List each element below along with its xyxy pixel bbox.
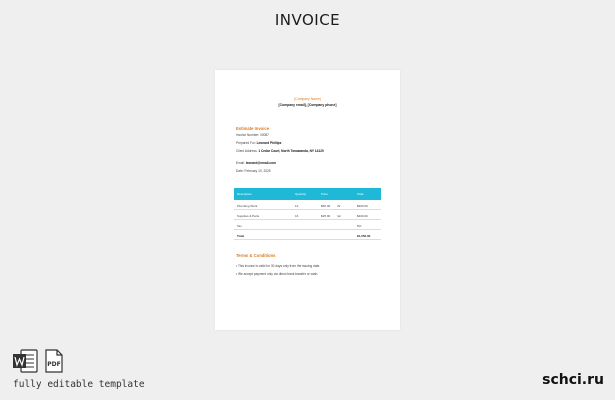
invoice-number-line: Invoice Number: 00087 [236,133,376,137]
email-line: Email: leonard@email.com [236,161,376,165]
table-total-row: Total $1,050.00 [234,230,381,240]
table-row: Tax 5% [234,220,381,230]
client-address-label: Client Address: [236,149,259,153]
estimate-title: Estimate Invoice [236,126,270,131]
page-title: INVOICE [274,11,341,29]
row-unit: /pc [337,213,342,218]
terms-item: • This invoice is valid for 30 days only… [236,264,321,268]
total-label: Total [237,233,244,238]
client-address-value: 1 Cedar Court, North Tonawanda, NY 14120 [258,149,324,153]
site-watermark[interactable]: schci.ru [542,372,604,388]
email-label: Email: [236,161,246,165]
row-total: 5% [357,223,362,228]
terms-title: Terms & Conditions [236,253,276,258]
table-row: Plumbing Work 12 $50.00 /hr $600.00 [234,200,381,210]
invoice-number-value: 00087 [260,133,269,137]
template-caption: fully editable template [13,379,145,390]
invoice-table: Description Quantity Price Total Plumbin… [234,188,381,240]
date-value: February 10, 2025 [244,169,271,173]
row-total: $600.00 [357,203,368,208]
row-price: $25.00 [321,213,331,218]
header-quantity: Quantity [295,192,307,196]
client-address-line: Client Address: 1 Cedar Court, North Ton… [236,149,376,153]
company-contact: [Company email], [Company phone] [278,103,337,107]
prepared-for-label: Prepared For: [236,141,257,145]
company-name: [Company Name] [294,97,321,101]
invoice-number-label: Invoice Number: [236,133,261,137]
row-total: $400.00 [357,213,368,218]
email-value: leonard@email.com [245,161,276,165]
row-qty: 12 [295,203,299,208]
pdf-label: PDF [47,361,60,368]
total-value: $1,050.00 [357,233,371,238]
header-description: Description [237,192,253,196]
prepared-for-line: Prepared For: Leonard Phillips [236,141,376,145]
row-description: Supplies & Parts [237,213,260,218]
format-icons: PDF [12,349,72,373]
table-row: Supplies & Parts 16 $25.00 /pc $400.00 [234,210,381,220]
row-description: Plumbing Work [237,203,258,208]
row-description: Tax [237,223,242,228]
terms-item: • We accept payment only via direct bank… [236,272,319,276]
row-qty: 16 [295,213,299,218]
date-label: Date: [236,169,245,173]
header-total: Total [357,192,364,196]
row-unit: /hr [337,203,341,208]
header-price: Price [321,192,328,196]
prepared-for-value: Leonard Phillips [256,141,282,145]
date-line: Date: February 10, 2025 [236,169,376,173]
word-file-icon [13,349,38,373]
table-header: Description Quantity Price Total [234,188,381,200]
row-price: $50.00 [321,203,331,208]
pdf-file-icon: PDF [45,349,63,373]
invoice-document: [Company Name] [Company email], [Company… [215,70,400,330]
